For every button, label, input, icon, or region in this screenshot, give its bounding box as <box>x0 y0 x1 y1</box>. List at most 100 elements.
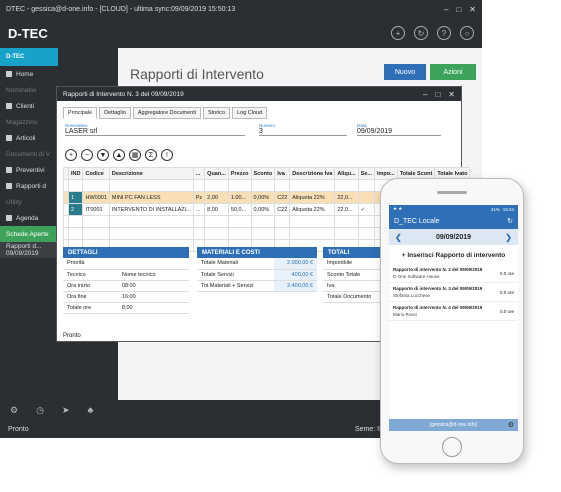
minimize-icon[interactable]: – <box>444 5 448 14</box>
sidebar-item[interactable]: Clienti <box>0 98 58 114</box>
filter-cell[interactable] <box>204 179 229 192</box>
column-header[interactable]: Quan... <box>204 167 229 180</box>
alert-icon[interactable]: ! <box>161 149 173 161</box>
materiali-value[interactable]: 2.400,00 € <box>273 280 317 292</box>
grid-icon[interactable]: ▦ <box>129 149 141 161</box>
materiali-value[interactable]: 2.000,00 € <box>273 258 317 270</box>
table-cell[interactable]: 2 <box>67 203 84 216</box>
table-cell[interactable]: 2,00 <box>204 191 229 204</box>
column-header[interactable]: ... <box>192 167 206 180</box>
table-cell[interactable]: IT0001 <box>82 203 110 216</box>
move-up-icon[interactable]: ▲ <box>113 149 125 161</box>
list-item[interactable]: Rapporto di intervento N. 3 del 09/09/20… <box>389 283 518 302</box>
column-header[interactable]: Descrizione <box>108 167 194 180</box>
table-cell[interactable]: INTERVENTO DI INSTALLAZI... <box>108 203 194 216</box>
table-cell[interactable]: 22,0... <box>334 203 359 216</box>
column-header[interactable]: Sconto <box>250 167 276 180</box>
filter-cell[interactable] <box>250 179 276 192</box>
home-button[interactable] <box>442 437 462 457</box>
column-header[interactable]: Descrizione Iva <box>289 167 336 180</box>
tab[interactable]: Aggregatore Documenti <box>132 107 201 119</box>
add-row-icon[interactable]: + <box>65 149 77 161</box>
column-header[interactable]: Se... <box>357 167 375 180</box>
azioni-button[interactable]: Azioni <box>430 64 476 80</box>
table-cell[interactable]: 1.00... <box>227 191 252 204</box>
dialog-close-icon[interactable]: ✕ <box>448 90 455 99</box>
table-cell[interactable]: 50,0... <box>227 203 252 216</box>
phone-settings-icon[interactable]: ⚙ <box>508 421 514 429</box>
close-icon[interactable]: ✕ <box>469 5 476 14</box>
tab[interactable]: Log Cloud <box>232 107 268 119</box>
table-cell[interactable]: ... <box>192 203 206 216</box>
chat-icon[interactable]: ○ <box>460 26 474 40</box>
column-header[interactable]: Iva <box>274 167 291 180</box>
nominativo-field[interactable]: Nominativo LASER srl <box>65 123 245 136</box>
phone-sync-icon[interactable]: ↻ <box>507 217 513 225</box>
table-cell[interactable]: Pz <box>192 191 206 204</box>
prev-day-icon[interactable]: ❮ <box>395 233 402 242</box>
list-item[interactable]: Rapporto di intervento N. 4 del 09/09/20… <box>389 302 518 321</box>
sidebar-item[interactable]: Preventivi <box>0 162 58 178</box>
puzzle-icon[interactable]: ♣ <box>87 405 93 415</box>
table-cell[interactable]: 0,00% <box>250 191 276 204</box>
filter-cell[interactable] <box>108 179 194 192</box>
tab[interactable]: Dettaglio <box>99 107 131 119</box>
sidebar-item[interactable]: Schede Aperte <box>0 226 58 242</box>
column-header[interactable]: Prezzo <box>227 167 252 180</box>
sidebar-item[interactable]: Rapporti d <box>0 178 58 194</box>
dialog-maximize-icon[interactable]: □ <box>435 90 440 99</box>
table-cell[interactable]: ✓ <box>357 203 375 216</box>
filter-cell[interactable] <box>192 179 206 192</box>
filter-cell[interactable] <box>67 179 84 192</box>
materiali-value[interactable]: 400,00 € <box>273 269 317 281</box>
filter-cell[interactable] <box>334 179 359 192</box>
table-cell[interactable] <box>357 191 375 204</box>
column-header[interactable]: Codice <box>82 167 110 180</box>
filter-cell[interactable] <box>274 179 291 192</box>
table-cell[interactable]: C22 <box>274 191 291 204</box>
numero-field[interactable]: Numero 3 <box>259 123 347 136</box>
maximize-icon[interactable]: □ <box>456 5 461 14</box>
table-cell[interactable]: 0,00% <box>250 203 276 216</box>
sidebar-item[interactable]: Home <box>0 66 58 82</box>
settings-icon[interactable]: ⚙ <box>10 405 18 416</box>
table-cell[interactable]: 8,00 <box>204 203 229 216</box>
dettagli-value[interactable] <box>117 258 189 270</box>
add-rapporto-button[interactable]: + Inserisci Rapporto di intervento <box>389 252 518 259</box>
table-cell[interactable]: Aliquota 22% <box>289 191 336 204</box>
remove-row-icon[interactable]: − <box>81 149 93 161</box>
table-cell[interactable]: MINI PC FAN LESS <box>108 191 194 204</box>
tab[interactable]: Storico <box>202 107 231 119</box>
filter-cell[interactable] <box>357 179 375 192</box>
sidebar-item[interactable]: Articoli <box>0 130 58 146</box>
nuovo-button[interactable]: Nuovo <box>384 64 426 80</box>
sidebar-item[interactable]: Rapporti d... 09/09/2019 <box>0 242 58 258</box>
rocket-icon[interactable]: ➤ <box>62 405 70 416</box>
dettagli-value[interactable]: 16:00 <box>117 291 189 303</box>
table-cell[interactable]: Aliquota 22% <box>289 203 336 216</box>
table-cell[interactable]: 1 <box>67 191 84 204</box>
filter-cell[interactable] <box>227 179 252 192</box>
column-header[interactable]: IND <box>67 167 84 180</box>
next-day-icon[interactable]: ❯ <box>505 233 512 242</box>
data-field[interactable]: Data 09/09/2019 <box>357 123 441 136</box>
table-cell[interactable]: HW0001 <box>82 191 110 204</box>
table-cell[interactable]: 22,0... <box>334 191 359 204</box>
dettagli-value[interactable]: 08:00 <box>117 280 189 292</box>
list-item[interactable]: Rapporto di intervento N. 2 del 09/09/20… <box>389 264 518 283</box>
sum-icon[interactable]: Σ <box>145 149 157 161</box>
filter-cell[interactable] <box>289 179 336 192</box>
clock-icon[interactable]: ◷ <box>36 405 44 416</box>
move-down-icon[interactable]: ▼ <box>97 149 109 161</box>
add-icon[interactable]: + <box>391 26 405 40</box>
sidebar-item[interactable]: Agenda <box>0 210 58 226</box>
column-header[interactable]: Aliqu... <box>334 167 359 180</box>
table-cell[interactable]: C22 <box>274 203 291 216</box>
dettagli-value[interactable]: Nome tecnico <box>117 269 189 281</box>
dettagli-value[interactable]: 8,00 <box>117 302 189 314</box>
dialog-minimize-icon[interactable]: – <box>423 90 427 99</box>
help-icon[interactable]: ? <box>437 26 451 40</box>
filter-cell[interactable] <box>82 179 110 192</box>
sync-icon[interactable]: ↻ <box>414 26 428 40</box>
tab[interactable]: Principale <box>63 107 98 119</box>
